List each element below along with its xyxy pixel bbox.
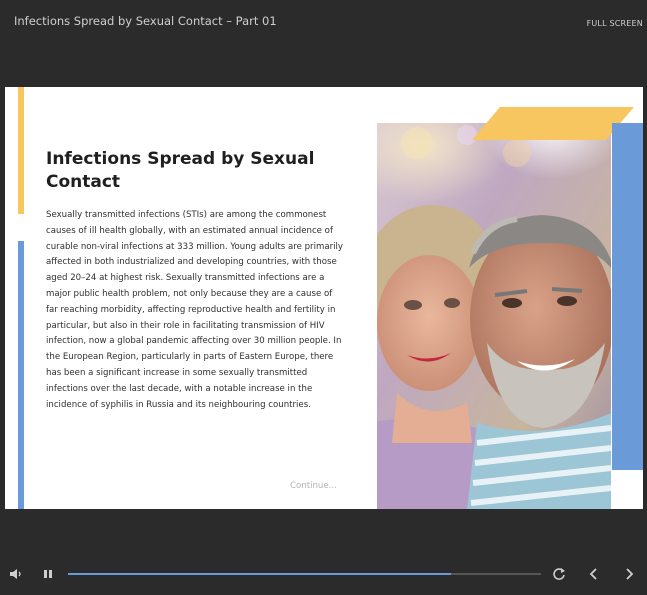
couple-photo-illustration [377, 123, 611, 509]
replay-icon[interactable] [552, 567, 566, 581]
progress-track[interactable] [68, 573, 541, 575]
couple-photo [377, 123, 611, 509]
next-icon[interactable] [623, 567, 635, 581]
yellow-accent-bar [18, 87, 24, 214]
fullscreen-button[interactable]: FULL SCREEN [587, 19, 643, 28]
blue-side-block [612, 123, 643, 470]
progress-fill [68, 573, 452, 575]
slide-body-text: Sexually transmitted infections (STIs) a… [46, 210, 343, 410]
course-title: Infections Spread by Sexual Contact – Pa… [14, 14, 277, 28]
slide: Infections Spread by Sexual Contact Sexu… [5, 87, 643, 509]
previous-icon[interactable] [588, 567, 600, 581]
pause-icon[interactable] [42, 568, 54, 580]
top-bar: Infections Spread by Sexual Contact – Pa… [0, 0, 647, 44]
slide-heading: Infections Spread by Sexual Contact [46, 149, 315, 192]
blue-accent-bar [18, 241, 24, 509]
yellow-parallelogram [472, 107, 634, 140]
volume-icon[interactable] [9, 567, 23, 581]
continue-link[interactable]: Continue... [290, 481, 337, 491]
player-controls [0, 553, 647, 595]
